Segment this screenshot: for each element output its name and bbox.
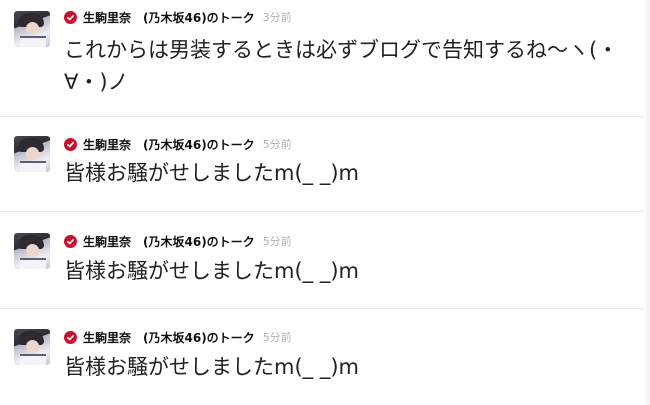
talk-suffix[interactable]: (乃木坂46)のトーク <box>143 233 255 250</box>
avatar-collar <box>20 258 46 269</box>
avatar[interactable] <box>14 11 50 47</box>
author-name[interactable]: 生駒里奈 <box>83 136 131 153</box>
verified-check-icon <box>64 137 77 151</box>
post-text: これからは男装するときは必ずブログで告知するね〜ヽ(・∀・)ノ <box>64 38 619 94</box>
post-timestamp: 3分前 <box>262 11 292 24</box>
post-timestamp: 5分前 <box>262 138 292 151</box>
avatar-face <box>26 244 39 257</box>
post-timestamp: 5分前 <box>262 331 292 344</box>
verified-check-icon <box>64 234 77 248</box>
talk-post[interactable]: 生駒里奈 (乃木坂46)のトーク 3分前 これからは男装するときは必ずブログで告… <box>0 0 644 117</box>
post-text: 皆様お騒がせしましたm(_ _)m <box>64 355 359 379</box>
verified-check-icon <box>64 330 77 344</box>
author-name[interactable]: 生駒里奈 <box>83 233 131 250</box>
avatar-collar <box>20 36 46 47</box>
avatar[interactable] <box>14 136 50 172</box>
author-name[interactable]: 生駒里奈 <box>83 9 131 26</box>
avatar[interactable] <box>14 233 50 269</box>
avatar[interactable] <box>14 329 50 365</box>
talk-suffix[interactable]: (乃木坂46)のトーク <box>143 136 255 153</box>
talk-feed: 生駒里奈 (乃木坂46)のトーク 3分前 これからは男装するときは必ずブログで告… <box>0 0 650 405</box>
post-text: 皆様お騒がせしましたm(_ _)m <box>64 259 359 283</box>
avatar-face <box>26 147 39 160</box>
talk-suffix[interactable]: (乃木坂46)のトーク <box>143 329 255 346</box>
post-header: 生駒里奈 (乃木坂46)のトーク 5分前 <box>64 135 292 153</box>
verified-check-icon <box>64 10 77 24</box>
avatar-collar <box>20 354 46 365</box>
talk-suffix[interactable]: (乃木坂46)のトーク <box>143 9 255 26</box>
talk-post[interactable]: 生駒里奈 (乃木坂46)のトーク 5分前 皆様お騒がせしましたm(_ _)m <box>0 309 644 405</box>
post-header: 生駒里奈 (乃木坂46)のトーク 3分前 <box>64 8 292 26</box>
post-text: 皆様お騒がせしましたm(_ _)m <box>64 161 359 185</box>
talk-post[interactable]: 生駒里奈 (乃木坂46)のトーク 5分前 皆様お騒がせしましたm(_ _)m <box>0 117 644 212</box>
post-header: 生駒里奈 (乃木坂46)のトーク 5分前 <box>64 232 292 250</box>
talk-post[interactable]: 生駒里奈 (乃木坂46)のトーク 5分前 皆様お騒がせしましたm(_ _)m <box>0 212 644 309</box>
post-timestamp: 5分前 <box>262 235 292 248</box>
post-header: 生駒里奈 (乃木坂46)のトーク 5分前 <box>64 328 292 346</box>
author-name[interactable]: 生駒里奈 <box>83 329 131 346</box>
avatar-face <box>26 22 39 35</box>
avatar-collar <box>20 161 46 172</box>
avatar-face <box>26 340 39 353</box>
